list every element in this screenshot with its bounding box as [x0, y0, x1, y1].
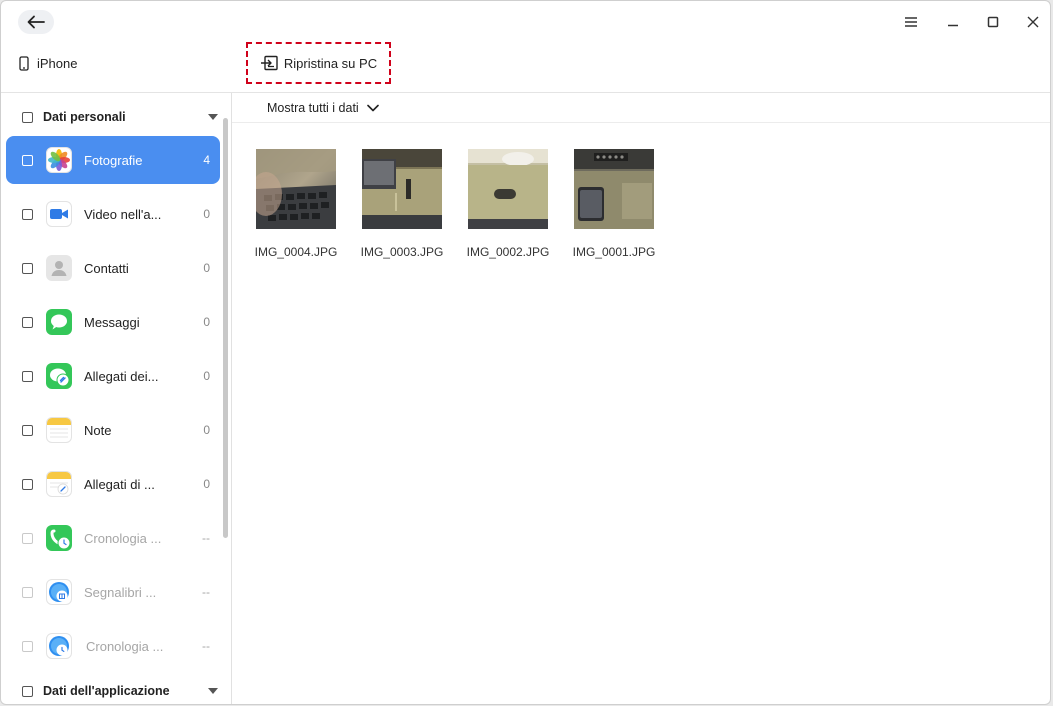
filter-divider [232, 122, 1050, 123]
item-checkbox[interactable] [22, 640, 33, 652]
item-checkbox[interactable] [22, 586, 33, 598]
photo-filename: IMG_0001.JPG [572, 245, 656, 259]
photo-tile[interactable]: IMG_0004.JPG [248, 149, 344, 259]
hamburger-icon [905, 17, 917, 27]
minimize-icon [948, 24, 958, 27]
item-checkbox[interactable] [22, 532, 33, 544]
item-checkbox[interactable] [22, 208, 33, 220]
photo-tile[interactable]: IMG_0002.JPG [460, 149, 556, 259]
section-checkbox[interactable] [22, 685, 33, 697]
sidebar-divider [231, 93, 232, 704]
sidebar-item-note[interactable]: Note 0 [6, 406, 220, 454]
video-icon [46, 201, 72, 227]
item-count: -- [202, 585, 210, 599]
contacts-icon [46, 255, 72, 281]
item-label: Cronologia ... [84, 530, 162, 546]
photo-tile[interactable]: IMG_0003.JPG [354, 149, 450, 259]
item-count: 0 [203, 477, 210, 491]
notes-icon [46, 417, 72, 443]
messages-icon [46, 309, 72, 335]
sidebar-item-segnalibri[interactable]: Segnalibri ... -- [6, 568, 220, 616]
filter-dropdown[interactable]: Mostra tutti i dati [267, 101, 379, 115]
sidebar-scrollbar[interactable] [223, 118, 228, 538]
item-checkbox[interactable] [22, 478, 33, 490]
item-label: Allegati dei... [84, 368, 159, 384]
section-checkbox[interactable] [22, 111, 33, 123]
section-personal-data[interactable]: Dati personali [1, 102, 227, 132]
back-button[interactable] [18, 10, 54, 34]
photo-thumbnail[interactable] [574, 149, 654, 229]
call-history-icon [46, 525, 72, 551]
photo-filename: IMG_0003.JPG [360, 245, 444, 259]
sidebar-item-fotografie[interactable]: Fotografie 4 [6, 136, 220, 184]
device-name: iPhone [37, 56, 78, 71]
caret-down-icon[interactable] [208, 114, 218, 120]
item-label: Video nell'a... [84, 206, 162, 222]
sidebar-item-allegati-note[interactable]: Allegati di ... 0 [6, 460, 220, 508]
item-count: 0 [203, 261, 210, 275]
item-label: Fotografie [84, 152, 143, 168]
sidebar-item-messaggi[interactable]: Messaggi 0 [6, 298, 220, 346]
item-label: Messaggi [84, 314, 140, 330]
item-label: Segnalibri ... [84, 584, 157, 600]
caret-down-icon[interactable] [208, 688, 218, 694]
item-checkbox[interactable] [22, 262, 33, 274]
photo-thumbnail[interactable] [362, 149, 442, 229]
section-title: Dati dell'applicazione [43, 684, 170, 698]
item-count: 0 [203, 207, 210, 221]
item-checkbox[interactable] [22, 424, 33, 436]
section-app-data[interactable]: Dati dell'applicazione [1, 676, 227, 704]
photos-icon [46, 147, 72, 173]
item-count: -- [202, 639, 210, 653]
photo-thumbnail[interactable] [256, 149, 336, 229]
item-count: -- [202, 531, 210, 545]
item-label: Note [84, 422, 112, 438]
maximize-icon [987, 16, 999, 28]
minimize-button[interactable] [943, 12, 963, 32]
item-checkbox[interactable] [22, 316, 33, 328]
close-icon [1027, 16, 1039, 28]
item-label: Contatti [84, 260, 129, 276]
sidebar-item-cronologia-chiamate[interactable]: Cronologia ... -- [6, 514, 220, 562]
item-checkbox[interactable] [22, 370, 33, 382]
chevron-down-icon [366, 104, 379, 112]
photo-tile[interactable]: IMG_0001.JPG [566, 149, 662, 259]
note-attachments-icon [46, 471, 72, 497]
item-count: 0 [203, 315, 210, 329]
item-checkbox[interactable] [22, 154, 33, 166]
sidebar: Dati personali Fotografie 4 Video nell'a… [1, 93, 231, 704]
photo-thumbnail[interactable] [468, 149, 548, 229]
item-label: Allegati di ... [84, 476, 155, 492]
item-count: 0 [203, 423, 210, 437]
sidebar-item-contatti[interactable]: Contatti 0 [6, 244, 220, 292]
restore-to-pc-icon [260, 55, 278, 71]
photo-filename: IMG_0002.JPG [466, 245, 550, 259]
arrow-left-icon [27, 15, 45, 29]
menu-button[interactable] [901, 12, 921, 32]
sidebar-item-cronologia-safari[interactable]: Cronologia ... -- [6, 622, 220, 670]
section-title: Dati personali [43, 110, 126, 124]
close-button[interactable] [1023, 12, 1043, 32]
restore-label: Ripristina su PC [283, 55, 378, 71]
sidebar-item-allegati-messaggi[interactable]: Allegati dei... 0 [6, 352, 220, 400]
item-label: Cronologia ... [86, 638, 164, 654]
phone-icon [19, 56, 29, 71]
sidebar-item-video[interactable]: Video nell'a... 0 [6, 190, 220, 238]
photo-filename: IMG_0004.JPG [254, 245, 338, 259]
item-count: 0 [203, 369, 210, 383]
app-window: iPhone Ripristina su PC Dati personali F… [0, 0, 1051, 705]
filter-label: Mostra tutti i dati [267, 101, 359, 115]
message-attachments-icon [46, 363, 72, 389]
restore-to-pc-button[interactable]: Ripristina su PC [246, 42, 391, 84]
device-selector[interactable]: iPhone [19, 56, 77, 71]
safari-history-icon [46, 633, 72, 659]
safari-bookmarks-icon [46, 579, 72, 605]
maximize-button[interactable] [983, 12, 1003, 32]
item-count: 4 [203, 153, 210, 167]
